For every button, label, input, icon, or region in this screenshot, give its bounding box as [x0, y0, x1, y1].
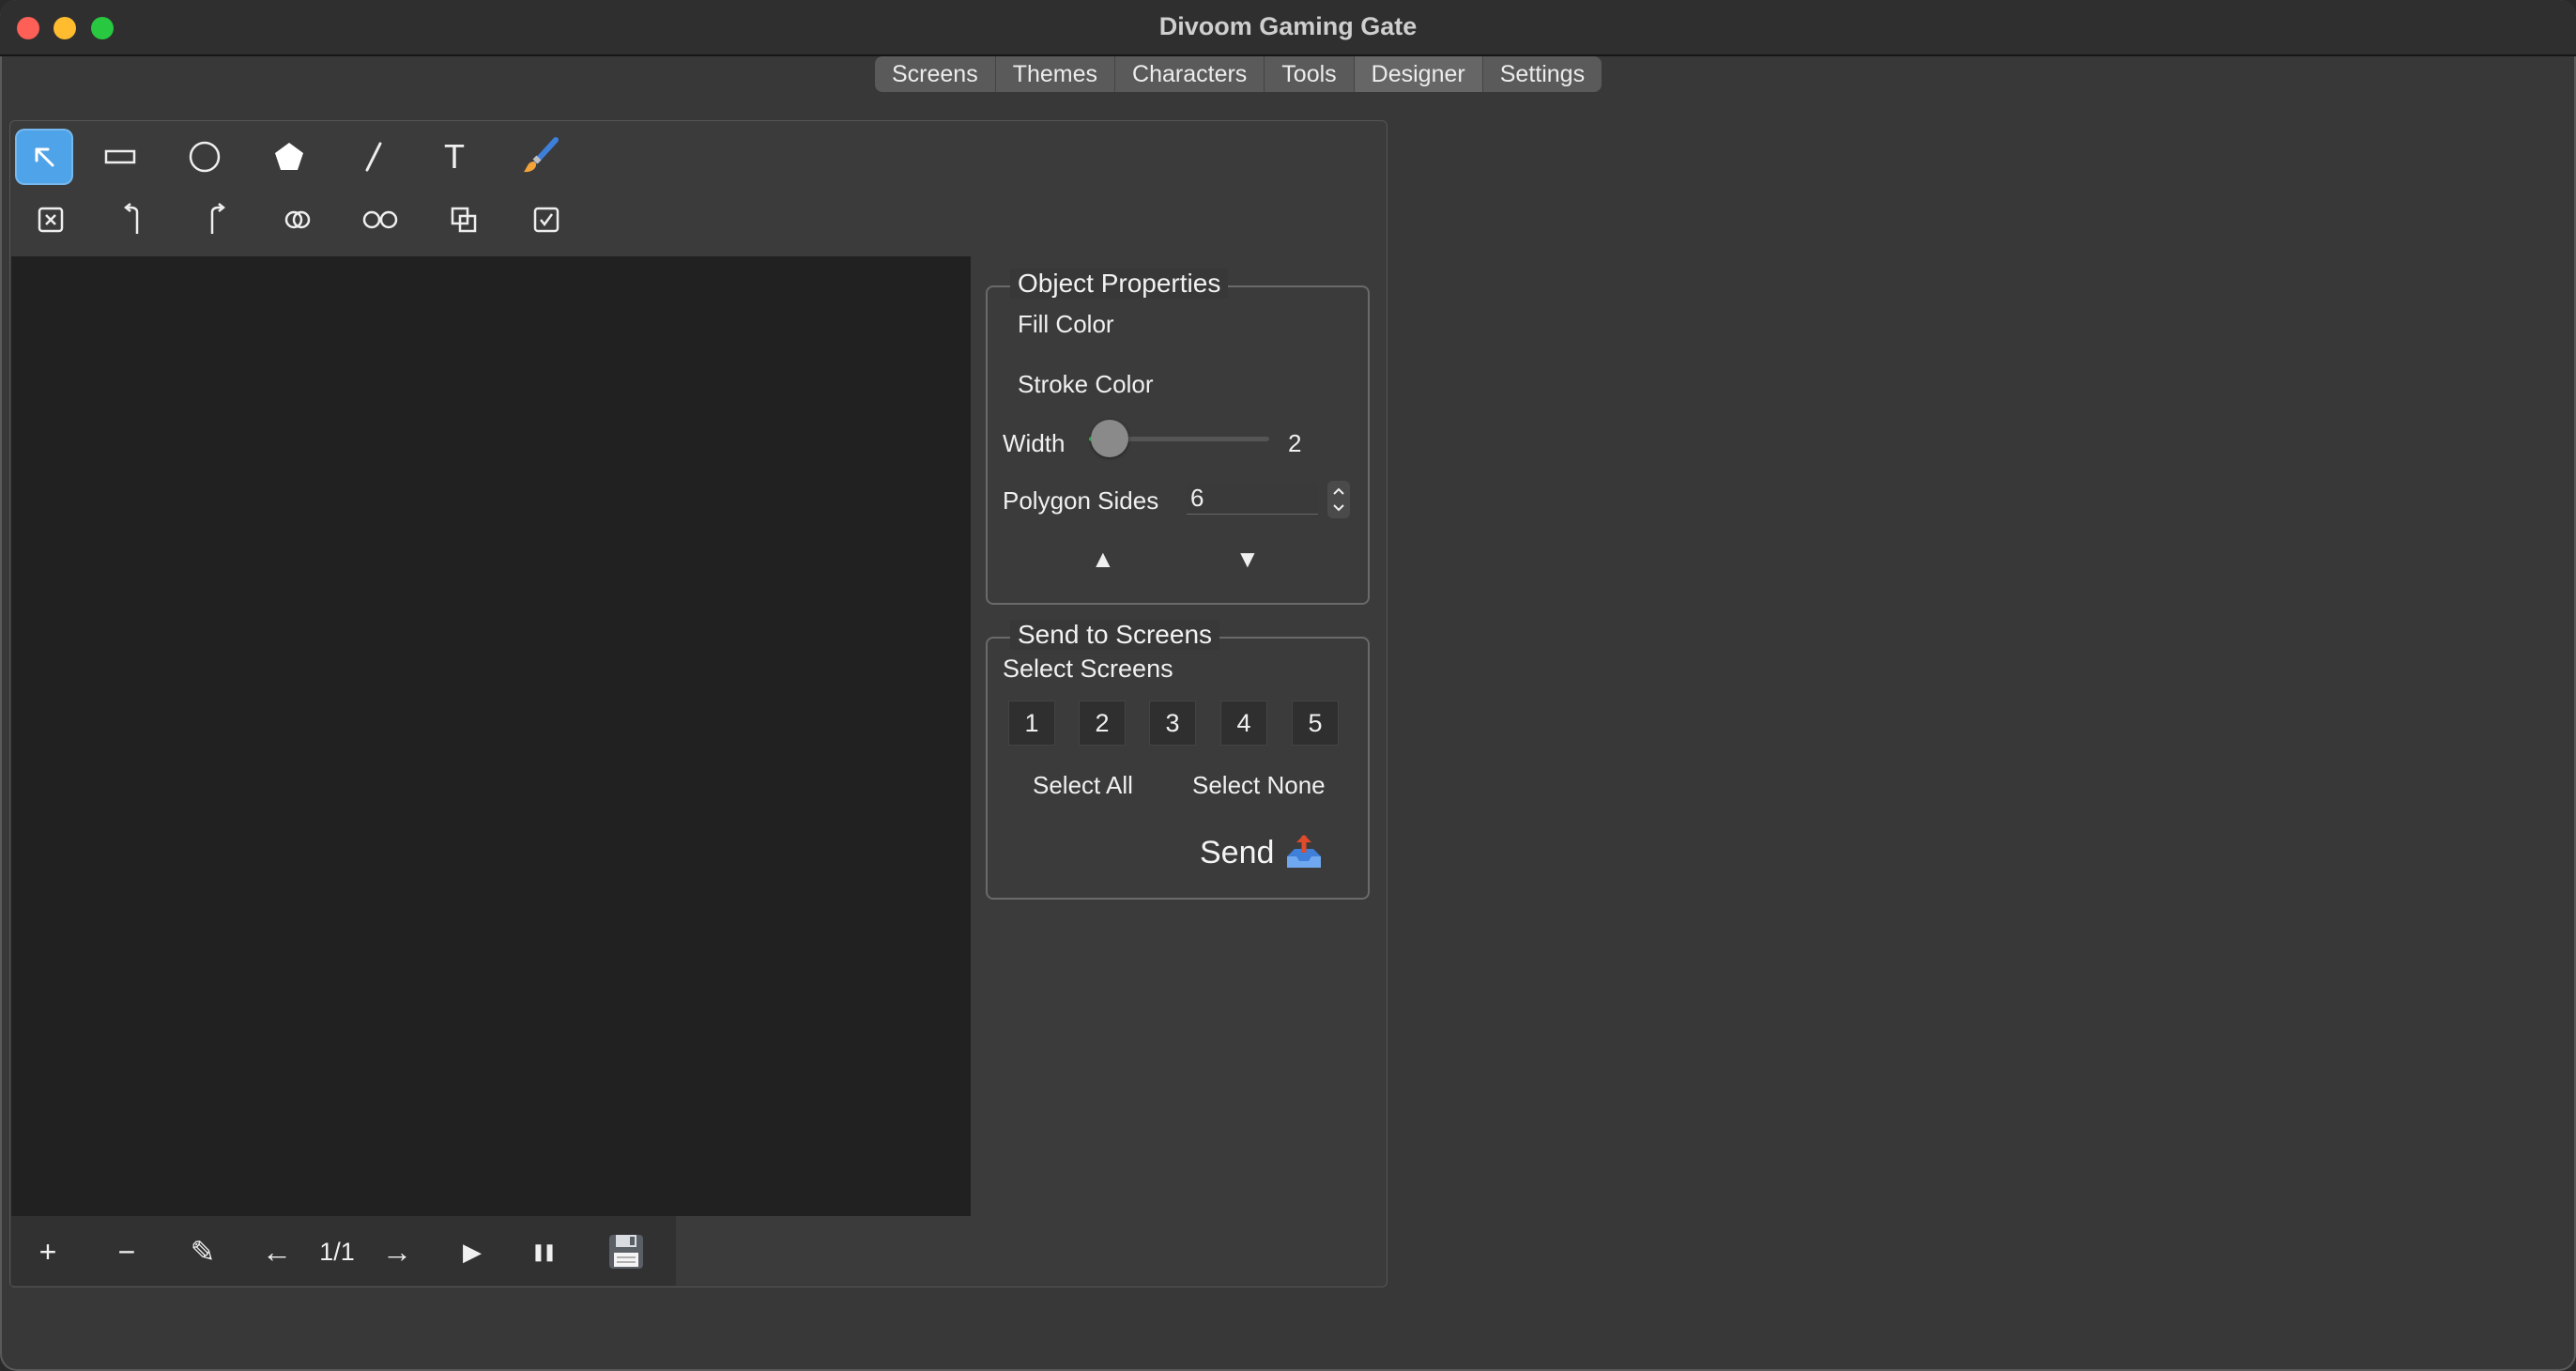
x-square-icon: [38, 207, 64, 233]
window-title: Divoom Gaming Gate: [1158, 12, 1418, 40]
group-button[interactable]: [274, 196, 321, 243]
line-tool-button[interactable]: [346, 131, 401, 183]
polygon-sides-label: Polygon Sides: [1003, 486, 1159, 515]
stepper-arrows-icon: [1333, 487, 1344, 512]
separate-rings-icon: [362, 210, 398, 229]
arrow-right-icon: →: [382, 1234, 412, 1269]
circle-icon: [189, 141, 221, 173]
redo-arrow-icon: [210, 203, 226, 234]
play-icon: ▶: [463, 1237, 482, 1266]
pause-button[interactable]: ❚❚: [519, 1228, 566, 1275]
arrow-left-icon: ←: [262, 1234, 292, 1269]
tab-settings[interactable]: Settings: [1483, 56, 1602, 92]
send-to-screens-title: Send to Screens: [1010, 620, 1220, 650]
previous-frame-button[interactable]: ←: [253, 1228, 300, 1275]
interlocked-rings-icon: [284, 210, 311, 229]
object-properties-title: Object Properties: [1010, 269, 1229, 299]
floppy-disk-icon: [609, 1235, 643, 1269]
text-icon: T: [444, 137, 465, 176]
ellipse-tool-button[interactable]: [177, 131, 232, 183]
undo-arrow-icon: [123, 203, 139, 234]
app-window: Divoom Gaming Gate Screens Themes Charac…: [0, 0, 2576, 1371]
send-label: Send: [1200, 834, 1275, 870]
width-slider[interactable]: [1089, 420, 1269, 457]
polygon-sides-input[interactable]: [1187, 483, 1318, 515]
bring-forward-button[interactable]: ▲: [1091, 545, 1115, 574]
polygon-sides-stepper[interactable]: [1327, 481, 1350, 518]
duplicate-button[interactable]: [440, 196, 487, 243]
send-backward-button[interactable]: ▼: [1235, 545, 1260, 574]
stroke-color-button[interactable]: Stroke Color: [1018, 370, 1154, 399]
title-bar: Divoom Gaming Gate: [0, 0, 2576, 56]
triangle-down-icon: ▼: [1235, 545, 1260, 573]
paintbrush-icon: [524, 137, 559, 173]
select-screens-label: Select Screens: [1003, 655, 1173, 683]
apply-button[interactable]: [523, 196, 570, 243]
screen-toggle-3[interactable]: 3: [1149, 701, 1196, 746]
plus-icon: +: [38, 1234, 57, 1269]
tab-themes[interactable]: Themes: [996, 56, 1116, 92]
screen-toggle-2[interactable]: 2: [1079, 701, 1126, 746]
fill-color-button[interactable]: Fill Color: [1018, 310, 1114, 339]
send-button[interactable]: Send: [1200, 830, 1325, 875]
polygon-tool-button[interactable]: [262, 131, 316, 183]
rectangle-icon: [104, 149, 136, 164]
select-tool-button[interactable]: [17, 131, 71, 183]
tab-designer[interactable]: Designer: [1354, 56, 1483, 92]
minus-icon: −: [117, 1234, 136, 1269]
add-frame-button[interactable]: +: [24, 1228, 71, 1275]
select-all-button[interactable]: Select All: [1033, 771, 1133, 800]
play-button[interactable]: ▶: [449, 1228, 496, 1275]
main-tab-bar: Screens Themes Characters Tools Designer…: [875, 56, 1602, 92]
brush-tool-button[interactable]: [512, 131, 566, 183]
redo-button[interactable]: [192, 196, 239, 243]
page-indicator: 1/1: [319, 1237, 355, 1266]
tab-screens[interactable]: Screens: [875, 56, 996, 92]
save-button[interactable]: [601, 1228, 652, 1275]
checkbox-icon: [533, 207, 560, 233]
undo-button[interactable]: [110, 196, 157, 243]
text-tool-button[interactable]: T: [427, 131, 482, 183]
next-frame-button[interactable]: →: [374, 1228, 421, 1275]
pencil-icon: ✎: [190, 1235, 216, 1269]
copy-squares-icon: [451, 207, 477, 233]
screen-toggle-5[interactable]: 5: [1292, 701, 1339, 746]
triangle-up-icon: ▲: [1091, 545, 1115, 573]
tab-tools[interactable]: Tools: [1265, 56, 1355, 92]
ungroup-button[interactable]: [357, 196, 404, 243]
tab-characters[interactable]: Characters: [1115, 56, 1265, 92]
screen-toggle-4[interactable]: 4: [1220, 701, 1267, 746]
pause-icon: ❚❚: [530, 1241, 557, 1261]
width-slider-thumb[interactable]: [1091, 420, 1128, 457]
arrow-pointer-icon: [35, 147, 54, 167]
screen-toggle-1[interactable]: 1: [1008, 701, 1055, 746]
drawing-canvas[interactable]: [11, 256, 971, 1216]
line-icon: [365, 142, 382, 172]
rectangle-tool-button[interactable]: [93, 131, 147, 183]
select-none-button[interactable]: Select None: [1192, 771, 1326, 800]
remove-frame-button[interactable]: −: [103, 1228, 150, 1275]
edit-frame-button[interactable]: ✎: [179, 1228, 226, 1275]
width-label: Width: [1003, 429, 1066, 457]
width-value: 2: [1288, 429, 1302, 457]
delete-object-button[interactable]: [27, 196, 74, 243]
outbox-tray-icon: [1287, 835, 1322, 868]
pentagon-icon: [275, 143, 303, 170]
